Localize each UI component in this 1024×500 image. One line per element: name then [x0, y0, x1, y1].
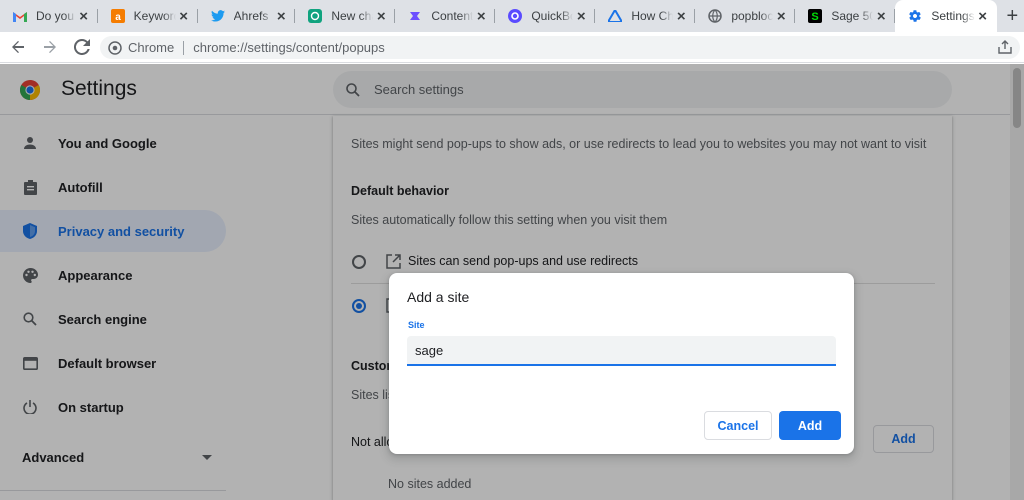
tab-title: popbloc: [731, 9, 774, 23]
close-icon[interactable]: ×: [473, 8, 489, 25]
tab-title: Do you: [36, 9, 75, 23]
tab-title: Content: [431, 9, 474, 23]
tab-settings[interactable]: Settings ×: [895, 0, 997, 32]
triangle-icon: [607, 8, 623, 24]
close-icon[interactable]: ×: [373, 8, 389, 25]
svg-text:a: a: [115, 12, 121, 23]
address-bar[interactable]: Chrome chrome://settings/content/popups: [100, 36, 1020, 59]
tab-title: How Ch: [631, 9, 674, 23]
close-icon[interactable]: ×: [176, 8, 192, 25]
tab-sage[interactable]: S Sage 50 ×: [795, 0, 896, 32]
tab-title: QuickBo: [531, 9, 574, 23]
tab-new-chat[interactable]: New cha ×: [295, 0, 396, 32]
reload-icon[interactable]: [68, 33, 96, 61]
chrome-icon: [108, 40, 122, 55]
tab-title: New cha: [331, 9, 373, 23]
share-icon[interactable]: [998, 40, 1012, 54]
site-input[interactable]: [407, 336, 836, 366]
tab-keyword[interactable]: a Keyword ×: [98, 0, 198, 32]
tab-content[interactable]: Content ×: [395, 0, 496, 32]
back-icon[interactable]: [4, 33, 32, 61]
browser-toolbar: Chrome chrome://settings/content/popups: [0, 32, 1024, 63]
keyword-tool-icon: a: [110, 8, 126, 24]
globe-icon: [707, 8, 723, 24]
new-tab-button[interactable]: +: [1001, 0, 1024, 32]
close-icon[interactable]: ×: [975, 8, 991, 25]
close-icon[interactable]: ×: [273, 8, 289, 25]
content-icon: [407, 8, 423, 24]
tab-title: Settings: [931, 9, 975, 23]
tab-title: Keyword: [133, 9, 176, 23]
tab-ahrefs[interactable]: Ahrefs ×: [198, 0, 296, 32]
gear-icon: [907, 8, 923, 24]
site-field-label: Site: [408, 320, 425, 330]
close-icon[interactable]: ×: [573, 8, 589, 25]
twitter-icon: [210, 8, 226, 24]
close-icon[interactable]: ×: [76, 8, 92, 25]
dialog-title: Add a site: [407, 289, 470, 305]
add-site-dialog: Add a site Site Cancel Add: [389, 273, 854, 454]
add-button[interactable]: Add: [779, 411, 841, 440]
url-text: chrome://settings/content/popups: [193, 40, 385, 55]
quickbooks-icon: [507, 8, 523, 24]
close-icon[interactable]: ×: [773, 8, 789, 25]
forward-icon[interactable]: [36, 33, 64, 61]
sage-icon: S: [807, 8, 823, 24]
tab-quickbooks[interactable]: QuickBo ×: [495, 0, 596, 32]
tab-gmail[interactable]: Do you ×: [0, 0, 98, 32]
chatgpt-icon: [307, 8, 323, 24]
svg-text:S: S: [812, 11, 819, 23]
tab-strip: Do you × a Keyword × Ahrefs × New cha × …: [0, 0, 1024, 32]
omnibox-chrome-label: Chrome: [128, 40, 175, 55]
close-icon[interactable]: ×: [873, 8, 889, 25]
tab-how-ch[interactable]: How Ch ×: [595, 0, 696, 32]
close-icon[interactable]: ×: [673, 8, 689, 25]
gmail-icon: [12, 8, 28, 24]
tab-popbloc[interactable]: popbloc ×: [695, 0, 796, 32]
cancel-button[interactable]: Cancel: [704, 411, 772, 440]
tab-title: Sage 50: [831, 9, 874, 23]
tab-title: Ahrefs: [233, 9, 269, 23]
omnibox-separator: [183, 40, 185, 55]
